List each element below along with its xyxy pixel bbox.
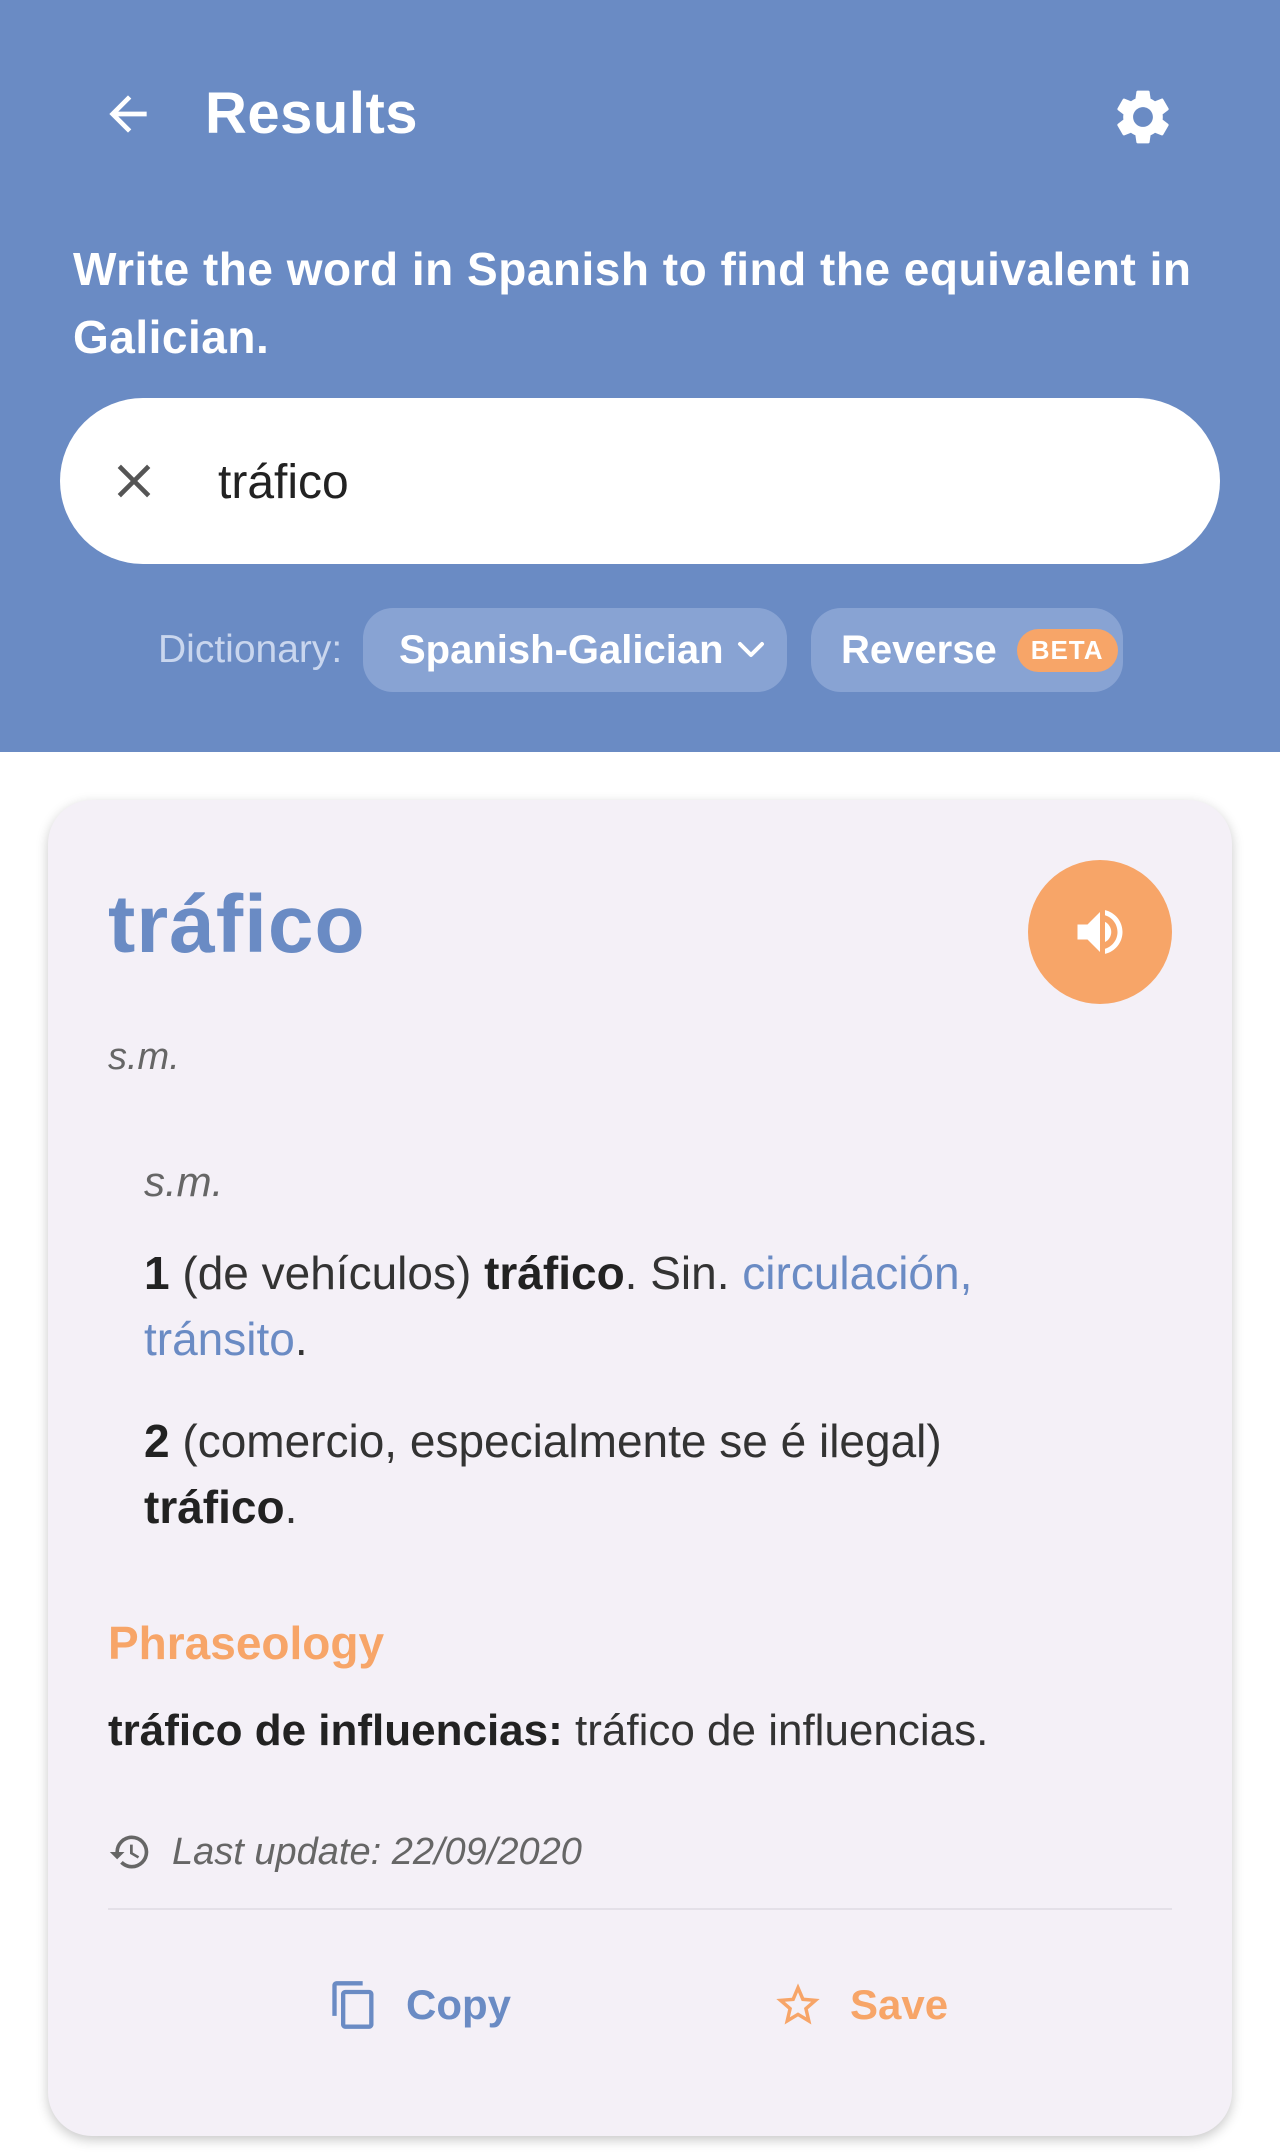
copy-label: Copy <box>406 1981 511 2028</box>
reverse-toggle[interactable]: Reverse BETA <box>811 608 1123 692</box>
sense-1: 1 (de vehículos) tráfico. Sin. circulaci… <box>144 1247 973 1365</box>
star-outline-icon <box>776 1983 820 2025</box>
reverse-label: Reverse <box>841 627 997 672</box>
copy-icon <box>332 1981 374 2029</box>
sense-2: 2 (comercio, especialmente se é ilegal) … <box>144 1415 942 1533</box>
synonyms-prefix: Sin. <box>650 1247 730 1299</box>
history-icon <box>109 1835 149 1869</box>
back-button[interactable] <box>100 86 170 146</box>
search-box <box>60 398 1220 564</box>
phraseology-heading: Phraseology <box>108 1617 385 1669</box>
dictionary-label: Dictionary: <box>158 628 343 671</box>
sense-number: 1 <box>144 1247 170 1299</box>
sense-context: (de vehículos) <box>182 1247 472 1299</box>
entry-word: tráfico <box>108 879 366 970</box>
result-card: tráfico s.m. s.m. 1 (de vehículos) tráfi… <box>48 800 1232 2136</box>
divider <box>108 1908 1172 1910</box>
clear-search-button[interactable] <box>106 453 162 509</box>
search-input[interactable] <box>216 438 1180 526</box>
dictionary-selected-value: Spanish-Galician <box>399 627 724 672</box>
chevron-down-icon <box>737 642 764 657</box>
speaker-icon <box>1077 910 1123 954</box>
pronounce-button[interactable] <box>1028 860 1172 1004</box>
sense-number: 2 <box>144 1415 170 1467</box>
page-title: Results <box>205 81 419 146</box>
gear-icon <box>1117 90 1169 144</box>
close-icon <box>117 464 151 498</box>
last-update: Last update: 22/09/2020 <box>108 1830 582 1874</box>
search-instruction: Write the word in Spanish to find the eq… <box>73 243 1192 363</box>
beta-badge: BETA <box>1016 628 1118 672</box>
dictionary-select[interactable]: Spanish-Galician <box>363 608 787 692</box>
sense-context: (comercio, especialmente se é ilegal) <box>182 1415 942 1467</box>
last-update-text: Last update: 22/09/2020 <box>172 1830 582 1873</box>
save-label: Save <box>850 1981 949 2028</box>
arrow-back-icon <box>109 95 147 133</box>
app-header: Results Write the word in Spanish to fin… <box>0 0 1280 752</box>
save-button[interactable]: Save <box>772 1960 948 2050</box>
sense-translation: tráfico <box>144 1481 285 1533</box>
copy-button[interactable]: Copy <box>328 1960 511 2050</box>
part-of-speech: s.m. <box>108 1036 180 1078</box>
phrase-term: tráfico de influencias: <box>108 1706 563 1755</box>
sense-part-of-speech: s.m. <box>144 1158 224 1205</box>
phrase-translation: tráfico de influencias. <box>575 1706 989 1755</box>
settings-button[interactable] <box>1110 84 1186 160</box>
sense-translation: tráfico <box>484 1247 625 1299</box>
phrase-item: tráfico de influencias: tráfico de influ… <box>108 1706 1168 1756</box>
